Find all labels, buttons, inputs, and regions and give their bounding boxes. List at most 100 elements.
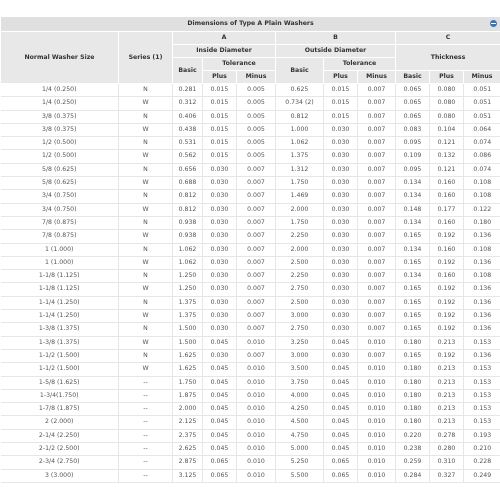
cell-size: 2-3/4 (2.750): [0, 455, 119, 470]
cell-a-basic: 0.938: [172, 229, 203, 244]
table-row: 1/2 (0.500) N 0.531 0.015 0.005 1.062 0.030 0.0…: [0, 136, 500, 151]
cell-size: 1-7/8 (1.875): [0, 402, 119, 417]
cell-c-plus: 0.213: [429, 336, 464, 350]
cell-series: W: [118, 309, 173, 324]
cell-a-basic: 1.375: [172, 296, 203, 311]
cell-b-plus: 0.030: [323, 256, 358, 271]
cell-a-minus: 0.010: [236, 469, 276, 483]
cell-a-minus: 0.010: [236, 336, 276, 350]
cell-c-plus: 0.160: [429, 243, 464, 257]
cell-c-plus: 0.213: [429, 415, 464, 430]
cell-c-basic: 0.083: [395, 123, 430, 138]
cell-c-plus: 0.192: [429, 296, 464, 311]
cell-a-basic: 0.562: [172, 149, 203, 164]
cell-b-basic: 3.500: [275, 362, 324, 377]
cell-series: N: [118, 349, 173, 364]
cell-b-minus: 0.010: [357, 389, 396, 404]
cell-c-minus: 0.228: [463, 455, 500, 470]
cell-c-minus: 0.136: [463, 349, 500, 364]
cell-b-basic: 0.734 (2): [275, 96, 324, 111]
table-row: 1/4 (0.250) W 0.312 0.015 0.005 0.734 (2) 0.01…: [0, 96, 500, 111]
cell-c-plus: 0.310: [429, 455, 464, 470]
cell-c-plus: 0.213: [429, 362, 464, 377]
table-row: 1-1/8 (1.125) N 1.250 0.030 0.007 2.250 0.030 0…: [0, 269, 500, 284]
cell-a-basic: 0.656: [172, 163, 203, 178]
header-series: Series (1): [118, 31, 173, 84]
cell-a-basic: 0.281: [172, 83, 203, 98]
cell-size: 7/8 (0.875): [0, 216, 119, 231]
cell-c-minus: 0.074: [463, 163, 500, 178]
cell-size: 2 (2.000): [0, 415, 119, 430]
cell-size: 1-1/2 (1.500): [0, 349, 119, 364]
table-row: 3/4 (0.750) N 0.812 0.030 0.007 1.469 0.030 0.0…: [0, 189, 500, 204]
cell-b-basic: 3.750: [275, 376, 324, 390]
cell-series: N: [118, 322, 173, 337]
cell-c-plus: 0.192: [429, 322, 464, 337]
table-row: 1-5/8 (1.625) -- 1.750 0.045 0.010 3.750 0.045…: [0, 376, 500, 390]
cell-a-minus: 0.010: [236, 442, 276, 457]
cell-size: 1 (1.000): [0, 256, 119, 271]
cell-series: N: [118, 243, 173, 257]
cell-size: 7/8 (0.875): [0, 229, 119, 244]
collapse-icon[interactable]: [490, 20, 498, 27]
cell-c-minus: 0.064: [463, 123, 500, 138]
cell-a-plus: 0.015: [202, 110, 237, 124]
cell-c-basic: 0.284: [395, 469, 430, 483]
header-c-basic: Basic: [395, 70, 430, 84]
cell-size: 3 (3.000): [0, 469, 119, 483]
cell-b-plus: 0.045: [323, 376, 358, 390]
cell-b-basic: 0.625: [275, 83, 324, 98]
cell-b-basic: 1.750: [275, 176, 324, 191]
cell-a-minus: 0.007: [236, 269, 276, 284]
cell-c-basic: 0.109: [395, 149, 430, 164]
cell-c-basic: 0.180: [395, 376, 430, 390]
cell-a-plus: 0.065: [202, 455, 237, 470]
cell-b-basic: 3.250: [275, 336, 324, 350]
cell-a-basic: 1.062: [172, 243, 203, 257]
cell-c-minus: 0.108: [463, 269, 500, 284]
table-row: 1-1/8 (1.125) W 1.250 0.030 0.007 2.750 0.030 0…: [0, 282, 500, 297]
cell-b-minus: 0.007: [357, 163, 396, 178]
table-row: 1-1/4 (1.250) N 1.375 0.030 0.007 2.500 0.030 0…: [0, 296, 500, 311]
cell-a-basic: 0.812: [172, 189, 203, 204]
cell-size: 2-1/4 (2.250): [0, 429, 119, 444]
cell-a-plus: 0.045: [202, 389, 237, 404]
cell-c-basic: 0.134: [395, 269, 430, 284]
cell-c-basic: 0.180: [395, 362, 430, 377]
cell-c-minus: 0.136: [463, 229, 500, 244]
cell-a-basic: 2.625: [172, 442, 203, 457]
cell-c-plus: 0.132: [429, 149, 464, 164]
cell-b-basic: 2.250: [275, 269, 324, 284]
cell-b-basic: 2.750: [275, 322, 324, 337]
header-normal-washer-size: Normal Washer Size: [0, 31, 119, 84]
cell-c-basic: 0.134: [395, 216, 430, 231]
cell-a-plus: 0.015: [202, 96, 237, 111]
cell-b-minus: 0.007: [357, 216, 396, 231]
cell-c-plus: 0.160: [429, 269, 464, 284]
cell-a-basic: 0.406: [172, 110, 203, 124]
cell-c-plus: 0.280: [429, 442, 464, 457]
cell-c-plus: 0.177: [429, 203, 464, 217]
cell-b-minus: 0.010: [357, 455, 396, 470]
cell-a-minus: 0.005: [236, 96, 276, 111]
cell-c-plus: 0.278: [429, 429, 464, 444]
cell-a-basic: 1.500: [172, 336, 203, 350]
cell-size: 2-1/2 (2.500): [0, 442, 119, 457]
cell-b-basic: 2.500: [275, 256, 324, 271]
cell-b-plus: 0.030: [323, 163, 358, 178]
cell-b-basic: 2.750: [275, 282, 324, 297]
cell-a-basic: 2.125: [172, 415, 203, 430]
cell-c-basic: 0.134: [395, 189, 430, 204]
table-row: 1 (1.000) N 1.062 0.030 0.007 2.000 0.030 0.007…: [0, 243, 500, 257]
cell-series: N: [118, 110, 173, 124]
cell-size: 1-1/4 (1.250): [0, 309, 119, 324]
table-row: 2 (2.000) -- 2.125 0.045 0.010 4.500 0.045 0.01…: [0, 415, 500, 430]
cell-a-plus: 0.030: [202, 269, 237, 284]
cell-series: N: [118, 296, 173, 311]
table-row: 1-1/4 (1.250) W 1.375 0.030 0.007 3.000 0.030 0…: [0, 309, 500, 324]
cell-size: 1-1/4 (1.250): [0, 296, 119, 311]
cell-b-minus: 0.007: [357, 282, 396, 297]
cell-series: W: [118, 229, 173, 244]
cell-c-plus: 0.192: [429, 349, 464, 364]
cell-a-basic: 0.812: [172, 203, 203, 217]
